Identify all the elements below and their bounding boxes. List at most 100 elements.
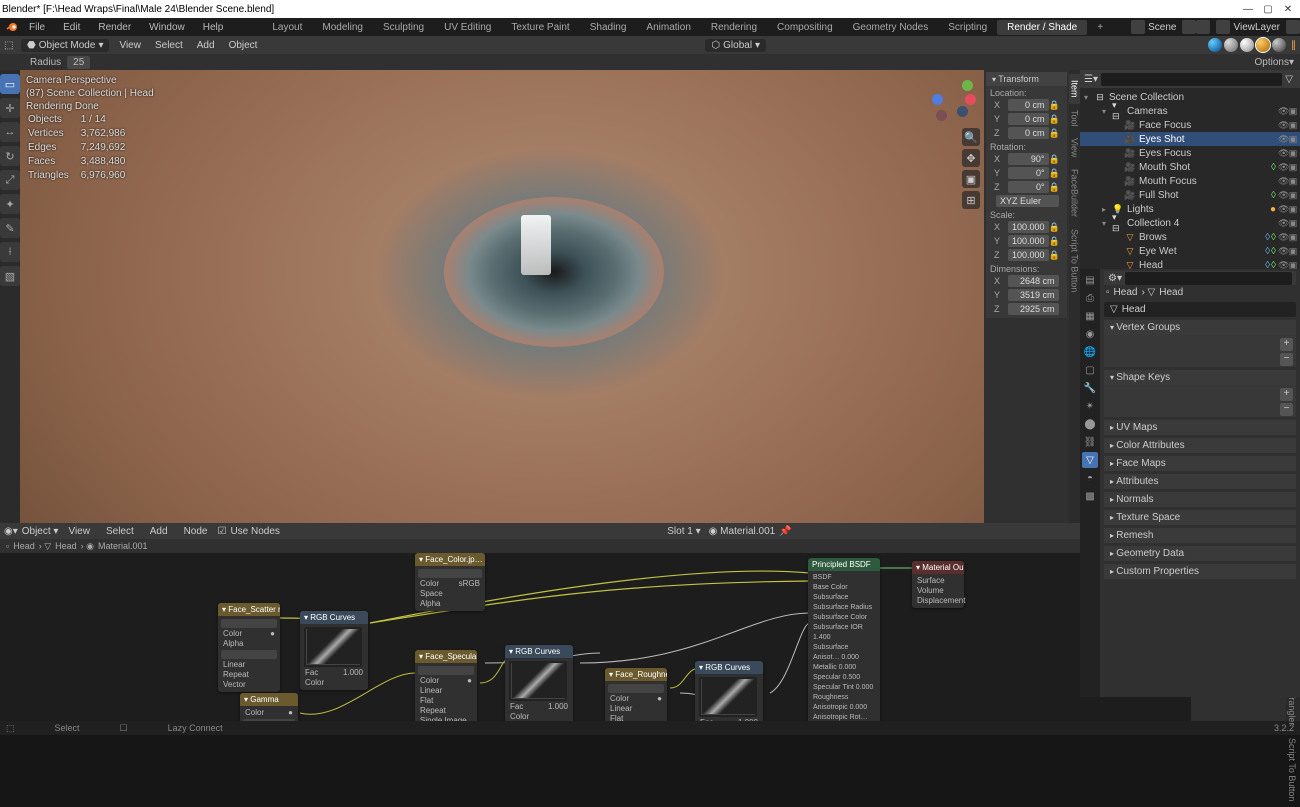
tool-transform[interactable]: ✦ <box>0 194 20 214</box>
workspace-tab[interactable]: Render / Shade <box>997 20 1087 35</box>
n-tab[interactable]: Item <box>1069 74 1081 104</box>
rotation-order[interactable]: XYZ Euler <box>996 195 1059 207</box>
ptab-scene[interactable]: ◉ <box>1082 326 1098 342</box>
node-material-output[interactable]: ▾ Material Output SurfaceVolumeDisplacem… <box>912 561 964 608</box>
prop-section-header[interactable]: Remesh <box>1104 528 1296 543</box>
outliner-row[interactable]: ▽Eye Wet◊◊👁▣ <box>1080 244 1300 258</box>
options-dropdown[interactable]: Options <box>1255 57 1289 68</box>
remove-button[interactable]: − <box>1280 403 1293 416</box>
gizmo-neg-x[interactable] <box>936 110 947 121</box>
loc-x[interactable]: 0 cm <box>1008 99 1049 111</box>
ptab-material[interactable]: ◓ <box>1082 470 1098 486</box>
gizmo-y-axis[interactable] <box>962 80 973 91</box>
prop-section-header[interactable]: Custom Properties <box>1104 564 1296 579</box>
hdr-add[interactable]: Add <box>190 40 222 51</box>
node-image-texture-scatter[interactable]: ▾ Face_Scatter map… Color●AlphaLinearRep… <box>218 603 280 692</box>
shading-matpreview-icon[interactable] <box>1240 38 1254 52</box>
ne-select[interactable]: Select <box>100 526 140 537</box>
ptab-texture[interactable]: ▩ <box>1082 488 1098 504</box>
node-image-texture-specular[interactable]: ▾ Face_Specular.jpg Color●LinearFlatRepe… <box>415 650 477 721</box>
workspace-tab[interactable]: Geometry Nodes <box>843 20 939 35</box>
render-pause-icon[interactable]: ∥ <box>1291 40 1296 51</box>
outliner-row[interactable]: 🎥Mouth Focus👁▣ <box>1080 174 1300 188</box>
tool-cursor[interactable]: ✛ <box>0 98 20 118</box>
ptab-output[interactable]: ⎙ <box>1082 290 1098 306</box>
ptab-particles[interactable]: ✴ <box>1082 398 1098 414</box>
ptab-world[interactable]: 🌐 <box>1082 344 1098 360</box>
workspace-tab[interactable]: Scripting <box>938 20 997 35</box>
orientation-selector[interactable]: ⬡ Global ▾ <box>705 39 766 52</box>
ptab-modifiers[interactable]: 🔧 <box>1082 380 1098 396</box>
scl-y[interactable]: 100.000 <box>1008 235 1049 247</box>
workspace-tab[interactable]: Rendering <box>701 20 767 35</box>
dim-y[interactable]: 3519 cm <box>1008 289 1059 301</box>
transform-header[interactable]: Transform <box>986 72 1067 86</box>
add-button[interactable]: + <box>1280 388 1293 401</box>
workspace-tab[interactable]: Layout <box>262 20 312 35</box>
prop-section-header[interactable]: Attributes <box>1104 474 1296 489</box>
scl-z[interactable]: 100.000 <box>1008 249 1049 261</box>
tool-select-box[interactable]: ▭ <box>0 74 20 94</box>
maximize-button[interactable]: ▢ <box>1258 4 1278 15</box>
node-image-texture-roughness[interactable]: ▾ Face_Roughness.jp… Color●LinearFlatRep… <box>605 668 667 721</box>
hdr-view[interactable]: View <box>112 40 148 51</box>
radius-field[interactable]: 25 <box>67 56 90 69</box>
loc-z[interactable]: 0 cm <box>1008 127 1049 139</box>
new-scene-icon[interactable] <box>1196 20 1210 34</box>
viewlayer-selector[interactable]: ViewLayer <box>1210 20 1286 34</box>
workspace-tab[interactable]: Compositing <box>767 20 843 35</box>
tool-annotate[interactable]: ✎ <box>0 218 20 238</box>
workspace-tab[interactable]: Animation <box>636 20 700 35</box>
ptab-constraints[interactable]: ⛓ <box>1082 434 1098 450</box>
node-principled-bsdf[interactable]: Principled BSDF BSDFBase ColorSubsurface… <box>808 558 880 721</box>
workspace-tab[interactable]: Shading <box>580 20 637 35</box>
rot-x[interactable]: 90° <box>1008 153 1049 165</box>
outliner-row[interactable]: 🎥Eyes Focus👁▣ <box>1080 146 1300 160</box>
prop-section-header[interactable]: Face Maps <box>1104 456 1296 471</box>
outliner-search[interactable] <box>1101 73 1282 86</box>
ptab-data[interactable]: ▽ <box>1082 452 1098 468</box>
scl-x[interactable]: 100.000 <box>1008 221 1049 233</box>
hdr-object[interactable]: Object <box>222 40 265 51</box>
nav-gizmo[interactable] <box>932 78 976 122</box>
menu-help[interactable]: Help <box>194 22 233 33</box>
tool-addcube[interactable]: ▧ <box>0 266 20 286</box>
node-rgb-curves-2[interactable]: ▾ RGB Curves Fac1.000Color <box>505 645 573 721</box>
properties-editor-icon[interactable]: ⚙▾ <box>1108 273 1122 284</box>
mode-selector[interactable]: ⬣ Object Mode ▾ <box>21 39 109 52</box>
prop-section-header[interactable]: Color Attributes <box>1104 438 1296 453</box>
menu-file[interactable]: File <box>20 22 54 33</box>
menu-render[interactable]: Render <box>89 22 140 33</box>
pin-scene-icon[interactable] <box>1182 20 1196 34</box>
tool-scale[interactable]: ⤢ <box>0 170 20 190</box>
node-image-texture-color[interactable]: ▾ Face_Color.jp… Color SpacesRGBAlpha <box>415 553 485 611</box>
shading-rendered-icon[interactable] <box>1256 38 1270 52</box>
minimize-button[interactable]: — <box>1238 4 1258 15</box>
scene-selector[interactable]: Scene <box>1125 20 1182 34</box>
n-tab[interactable]: Tool <box>1069 104 1081 133</box>
loc-y[interactable]: 0 cm <box>1008 113 1049 125</box>
n-tab[interactable]: View <box>1069 132 1081 163</box>
node-editor[interactable]: ◉▾ Object ▾ View Select Add Node ☑ Use N… <box>0 523 1191 721</box>
prop-section-header[interactable]: Texture Space <box>1104 510 1296 525</box>
shading-wireframe-icon[interactable] <box>1208 38 1222 52</box>
prop-section-header[interactable]: UV Maps <box>1104 420 1296 435</box>
zoom-icon[interactable]: 🔍 <box>962 128 980 146</box>
add-workspace-button[interactable]: + <box>1087 20 1113 35</box>
camera-view-icon[interactable]: ▣ <box>962 170 980 188</box>
n-tab[interactable]: Script To Button <box>1069 223 1081 298</box>
node-object-selector[interactable]: Object ▾ <box>22 526 59 537</box>
perspective-icon[interactable]: ⊞ <box>962 191 980 209</box>
workspace-tab[interactable]: UV Editing <box>434 20 501 35</box>
ptab-viewlayer[interactable]: ▦ <box>1082 308 1098 324</box>
shading-solid-icon[interactable] <box>1224 38 1238 52</box>
blender-logo-icon[interactable] <box>4 19 20 35</box>
add-button[interactable]: + <box>1280 338 1293 351</box>
3d-viewport[interactable]: Camera Perspective (87) Scene Collection… <box>20 70 984 523</box>
use-nodes-checkbox[interactable]: ☑ <box>217 526 226 537</box>
prop-section-header[interactable]: Shape Keys <box>1104 370 1296 385</box>
prop-section-header[interactable]: Normals <box>1104 492 1296 507</box>
rot-y[interactable]: 0° <box>1008 167 1049 179</box>
outliner-row[interactable]: 🎥Eyes Shot👁▣ <box>1080 132 1300 146</box>
outliner-row[interactable]: 🎥Full Shot◊👁▣ <box>1080 188 1300 202</box>
